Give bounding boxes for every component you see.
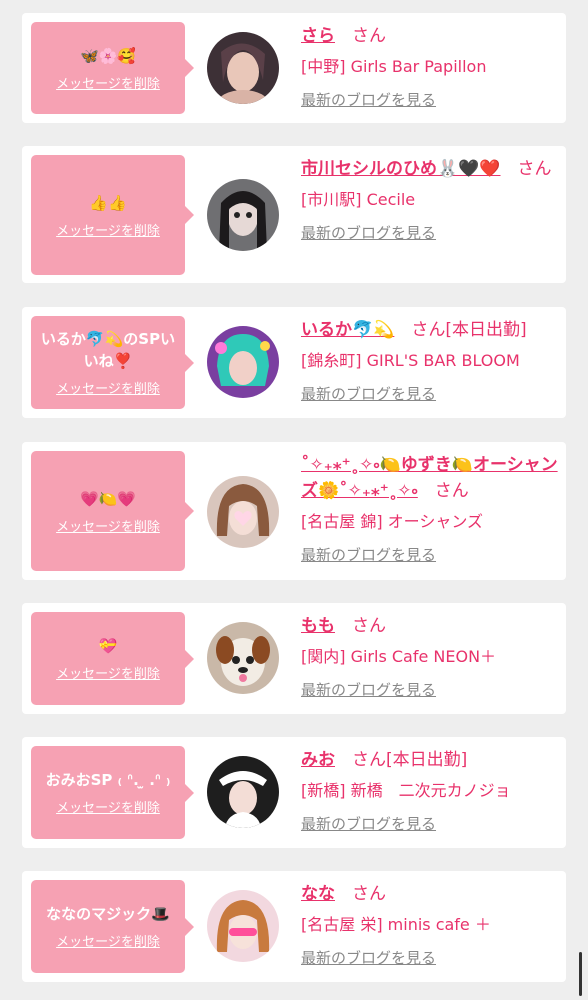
girl-name-link[interactable]: なな (301, 884, 335, 904)
san-suffix: さん (517, 159, 552, 179)
card-info: もも さん [関内] Girls Cafe NEON＋ 最新のブログを見る (301, 613, 559, 700)
shop-name: [名古屋 栄] minis cafe ＋ (301, 915, 491, 934)
avatar[interactable] (207, 622, 279, 694)
shop-name: [名古屋 錦] オーシャンズ (301, 512, 484, 531)
card-info: さら さん [中野] Girls Bar Papillon 最新のブログを見る (301, 23, 559, 110)
delete-message-button[interactable]: メッセージを削除 (56, 73, 160, 92)
message-text: 👍👍 (89, 193, 127, 212)
message-bubble: ななのマジック🎩 メッセージを削除 (31, 880, 194, 973)
card-info: みお さん[本日出勤] [新橋] 新橋 二次元カノジョ 最新のブログを見る (301, 747, 559, 834)
latest-blog-link[interactable]: 最新のブログを見る (301, 89, 436, 110)
girl-name-link[interactable]: 市川セシルのひめ🐰🖤❤️ (301, 159, 501, 179)
message-text: ななのマジック🎩 (46, 905, 170, 923)
latest-blog-link[interactable]: 最新のブログを見る (301, 544, 436, 565)
message-card: 💝 メッセージを削除 もも さん [関内] Girls Cafe NEON＋ 最… (22, 603, 566, 714)
card-info: なな さん [名古屋 栄] minis cafe ＋ 最新のブログを見る (301, 881, 559, 968)
card-info: 市川セシルのひめ🐰🖤❤️ さん [市川駅] Cecile 最新のブログを見る (301, 156, 559, 243)
delete-message-button[interactable]: メッセージを削除 (56, 378, 160, 397)
message-bubble: 🦋🌸🥰 メッセージを削除 (31, 22, 194, 114)
delete-message-button[interactable]: メッセージを削除 (56, 797, 160, 816)
girl-name-link[interactable]: もも (301, 616, 335, 636)
message-card: 💗🍋💗 メッセージを削除 ˚✧₊⁎⁺˳✧༚🍋ゆずき🍋オーシャンズ🌼˚✧₊⁎⁺˳✧… (22, 442, 566, 580)
message-text: 💝 (98, 637, 118, 655)
avatar[interactable] (207, 476, 279, 548)
shop-name: [中野] Girls Bar Papillon (301, 57, 487, 76)
delete-message-button[interactable]: メッセージを削除 (56, 516, 160, 535)
avatar-photo (207, 476, 279, 548)
san-suffix: さん (352, 884, 386, 904)
latest-blog-link[interactable]: 最新のブログを見る (301, 383, 436, 404)
card-info: いるか🐬💫 さん[本日出勤] [錦糸町] GIRL'S BAR BLOOM 最新… (301, 317, 559, 404)
latest-blog-link[interactable]: 最新のブログを見る (301, 222, 436, 243)
delete-message-button[interactable]: メッセージを削除 (56, 931, 160, 950)
avatar[interactable] (207, 179, 279, 251)
message-text: いるか🐬💫のSPいいね❣️ (40, 330, 176, 370)
message-bubble: おみおSP ₍ ᐢ. ̫ .ᐢ ₎ メッセージを削除 (31, 746, 194, 839)
message-card: おみおSP ₍ ᐢ. ̫ .ᐢ ₎ メッセージを削除 みお さん[本日出勤] [… (22, 737, 566, 848)
girl-name-link[interactable]: いるか🐬💫 (301, 320, 394, 340)
san-suffix: さん (411, 320, 446, 340)
latest-blog-link[interactable]: 最新のブログを見る (301, 679, 436, 700)
avatar-photo (207, 756, 279, 828)
status-text: [本日出勤] (386, 750, 468, 770)
message-card: 👍👍 メッセージを削除 市川セシルのひめ🐰🖤❤️ さん [市川駅] Cecile… (22, 146, 566, 283)
avatar[interactable] (207, 32, 279, 104)
latest-blog-link[interactable]: 最新のブログを見る (301, 813, 436, 834)
delete-message-button[interactable]: メッセージを削除 (56, 220, 160, 239)
message-text: 💗🍋💗 (79, 489, 137, 508)
avatar-photo (207, 622, 279, 694)
message-bubble: 👍👍 メッセージを削除 (31, 155, 194, 275)
delete-message-button[interactable]: メッセージを削除 (56, 663, 160, 682)
avatar-photo (207, 326, 279, 398)
avatar-photo (207, 179, 279, 251)
message-text: おみおSP ₍ ᐢ. ̫ .ᐢ ₎ (45, 771, 171, 789)
scrollbar[interactable] (579, 952, 582, 996)
girl-name-link[interactable]: さら (301, 26, 335, 46)
shop-name: [錦糸町] GIRL'S BAR BLOOM (301, 351, 520, 370)
status-text: [本日出勤] (445, 320, 527, 340)
girl-name-link[interactable]: みお (301, 750, 335, 770)
message-bubble: 💝 メッセージを削除 (31, 612, 194, 705)
san-suffix: さん (352, 750, 386, 770)
message-bubble: いるか🐬💫のSPいいね❣️ メッセージを削除 (31, 316, 194, 409)
avatar[interactable] (207, 326, 279, 398)
message-card: いるか🐬💫のSPいいね❣️ メッセージを削除 いるか🐬💫 さん[本日出勤] [錦… (22, 307, 566, 418)
san-suffix: さん (434, 481, 469, 501)
latest-blog-link[interactable]: 最新のブログを見る (301, 947, 436, 968)
shop-name: [関内] Girls Cafe NEON＋ (301, 647, 497, 666)
avatar-photo (207, 32, 279, 104)
message-bubble: 💗🍋💗 メッセージを削除 (31, 451, 194, 571)
avatar-photo (207, 890, 279, 962)
san-suffix: さん (352, 26, 386, 46)
shop-name: [新橋] 新橋 二次元カノジョ (301, 781, 511, 800)
card-info: ˚✧₊⁎⁺˳✧༚🍋ゆずき🍋オーシャンズ🌼˚✧₊⁎⁺˳✧༚ さん [名古屋 錦] … (301, 452, 559, 565)
message-text: 🦋🌸🥰 (79, 46, 137, 65)
san-suffix: さん (352, 616, 386, 636)
shop-name: [市川駅] Cecile (301, 190, 416, 209)
avatar[interactable] (207, 756, 279, 828)
message-card: ななのマジック🎩 メッセージを削除 なな さん [名古屋 栄] minis ca… (22, 871, 566, 982)
girl-name-link[interactable]: ˚✧₊⁎⁺˳✧༚🍋ゆずき🍋オーシャンズ🌼˚✧₊⁎⁺˳✧༚ (301, 455, 558, 501)
message-card: 🦋🌸🥰 メッセージを削除 さら さん [中野] Girls Bar Papill… (22, 13, 566, 123)
avatar[interactable] (207, 890, 279, 962)
